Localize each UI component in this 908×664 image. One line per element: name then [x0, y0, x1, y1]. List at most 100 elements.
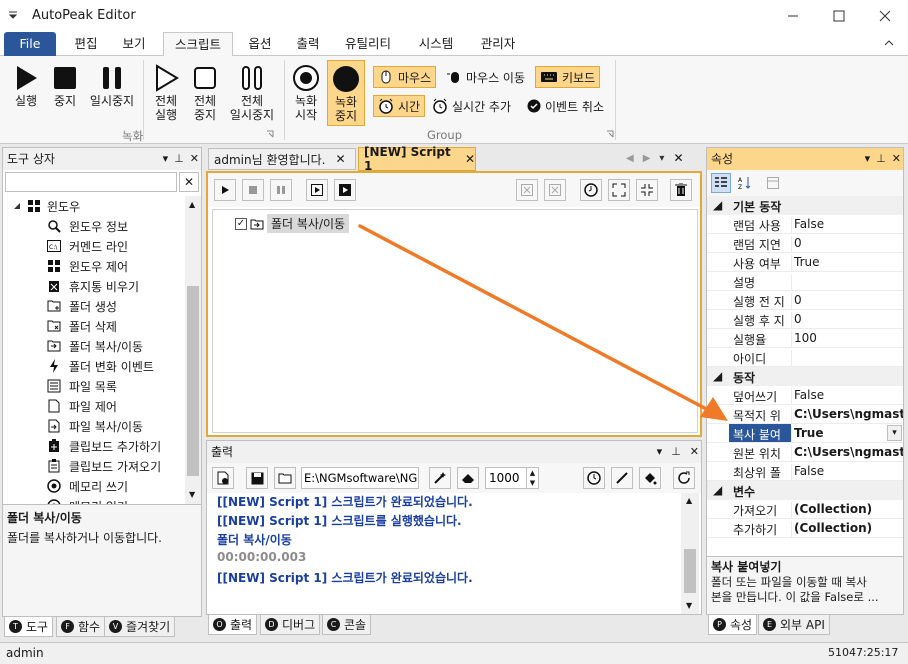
- fill-color-button[interactable]: [639, 467, 661, 489]
- tab-tools[interactable]: T 도구: [4, 617, 54, 637]
- toolbox-item[interactable]: 폴더 생성: [47, 296, 117, 316]
- tab-script[interactable]: 스크립트: [163, 32, 233, 57]
- property-value[interactable]: [791, 350, 903, 366]
- property-row[interactable]: 사용 여부 True: [707, 253, 903, 272]
- record-stop-button[interactable]: 녹화 중지: [327, 60, 365, 126]
- property-row[interactable]: 아이디: [707, 348, 903, 367]
- pin-icon[interactable]: ⊥: [174, 148, 184, 170]
- timer-button[interactable]: [580, 179, 602, 201]
- close-icon[interactable]: ✕: [892, 148, 901, 170]
- toolbox-item[interactable]: 윈도우 정보: [47, 216, 128, 236]
- brush-button[interactable]: [611, 467, 633, 489]
- run-all-button[interactable]: 전체 실행: [148, 60, 184, 122]
- dialog-launcher-icon[interactable]: [606, 130, 614, 138]
- editor-stop-button[interactable]: [242, 179, 264, 201]
- stop-all-button[interactable]: 전체 중지: [188, 60, 222, 122]
- log-limit-spinner[interactable]: ▲ ▼: [527, 467, 539, 489]
- tab-debug[interactable]: D 디버그: [260, 615, 321, 635]
- property-row[interactable]: 설명: [707, 272, 903, 291]
- property-row[interactable]: 최상위 폴 False: [707, 462, 903, 481]
- close-editor-icon[interactable]: ✕: [673, 151, 683, 165]
- toolbox-item[interactable]: 메모리 쓰기: [47, 476, 128, 496]
- pin-icon[interactable]: ⊥: [876, 148, 886, 170]
- toolbox-item[interactable]: 휴지통 비우기: [47, 276, 139, 296]
- tab-utility[interactable]: 유틸리티: [337, 32, 399, 56]
- run-from-here-button[interactable]: [334, 179, 356, 201]
- tab-console[interactable]: C 콘솔: [322, 615, 372, 635]
- toolbox-item[interactable]: 폴더 변화 이벤트: [47, 356, 154, 376]
- toolbox-item[interactable]: C:\ 커멘드 라인: [47, 236, 128, 256]
- editor-run-button[interactable]: [214, 179, 236, 201]
- close-icon[interactable]: ✕: [690, 441, 699, 463]
- tab-edit[interactable]: 편집: [66, 32, 106, 56]
- dropdown-icon[interactable]: ▾: [865, 148, 871, 170]
- toolbox-item[interactable]: 파일 목록: [47, 376, 117, 396]
- property-value[interactable]: (Collection): [791, 521, 903, 537]
- script-canvas[interactable]: ✓ 폴더 복사/이동: [212, 209, 698, 433]
- tab-external-api[interactable]: E 외부 API: [758, 615, 830, 635]
- property-row[interactable]: 추가하기 (Collection): [707, 519, 903, 538]
- keyboard-toggle[interactable]: 키보드: [535, 66, 601, 88]
- property-value[interactable]: False: [791, 464, 903, 480]
- toolbox-scrollbar[interactable]: ▲ ▼: [185, 196, 201, 504]
- tab-favorites[interactable]: V 즐겨찾기: [104, 617, 176, 637]
- category-variables[interactable]: ◢ 변수: [707, 481, 903, 500]
- property-value[interactable]: 0: [791, 293, 903, 309]
- tab-output[interactable]: 출력: [288, 32, 328, 56]
- dropdown-arrow-icon[interactable]: ▾: [887, 425, 902, 441]
- run-button[interactable]: 실행: [8, 60, 44, 108]
- trash-button[interactable]: [670, 179, 692, 201]
- toolbox-item[interactable]: 메모리 읽기: [47, 496, 128, 504]
- property-value[interactable]: C:\Users\ngmaste: [791, 445, 903, 461]
- stop-button[interactable]: 중지: [48, 60, 82, 108]
- close-tab-icon[interactable]: ✕: [465, 152, 475, 166]
- property-value[interactable]: C:\Users\ngmaste: [791, 407, 903, 423]
- property-row[interactable]: 실행 후 지 0: [707, 310, 903, 329]
- pause-all-button[interactable]: 전체 일시중지: [226, 60, 278, 122]
- toolbox-item[interactable]: 클립보드 추가하기: [47, 436, 161, 456]
- toolbox-item[interactable]: 윈도우 제어: [47, 256, 128, 276]
- output-scrollbar[interactable]: ▲ ▼: [681, 493, 699, 614]
- maximize-button[interactable]: [816, 0, 862, 32]
- event-cancel-toggle[interactable]: 이벤트 취소: [523, 95, 608, 117]
- node-checkbox[interactable]: ✓: [235, 217, 247, 230]
- categorized-button[interactable]: [711, 173, 731, 193]
- log-path-input[interactable]: [301, 467, 419, 489]
- property-row[interactable]: 랜덤 사용 False: [707, 215, 903, 234]
- close-button[interactable]: [862, 0, 908, 32]
- tab-view[interactable]: 보기: [114, 32, 154, 56]
- script-node[interactable]: ✓ 폴더 복사/이동: [235, 214, 350, 233]
- tab-script-1[interactable]: [NEW] Script 1 ✕: [358, 145, 476, 173]
- tab-welcome[interactable]: admin님 환영합니다. ✕: [208, 148, 356, 170]
- pin-icon[interactable]: ⊥: [671, 441, 681, 463]
- disable-button[interactable]: [516, 179, 538, 201]
- open-folder-button[interactable]: [274, 467, 296, 489]
- step-run-button[interactable]: [306, 179, 328, 201]
- toolbox-item[interactable]: 클립보드 가져오기: [47, 456, 161, 476]
- property-value[interactable]: True: [791, 255, 903, 271]
- realtime-add-toggle[interactable]: 실시간 추가: [428, 95, 515, 117]
- time-toggle[interactable]: 시간: [373, 95, 426, 117]
- toolbox-item[interactable]: 폴더 삭제: [47, 316, 117, 336]
- category-action[interactable]: ◢ 동작: [707, 367, 903, 386]
- property-value[interactable]: 100: [791, 331, 903, 347]
- property-row[interactable]: 원본 위치 C:\Users\ngmaste: [707, 443, 903, 462]
- tab-file[interactable]: File: [4, 32, 56, 56]
- dropdown-icon[interactable]: ▾: [163, 148, 169, 170]
- property-row[interactable]: 실행 전 지 0: [707, 291, 903, 310]
- pause-button[interactable]: 일시중지: [86, 60, 138, 108]
- dropdown-icon[interactable]: ▾: [657, 441, 663, 463]
- property-row[interactable]: 랜덤 지연 0: [707, 234, 903, 253]
- property-value[interactable]: [791, 274, 903, 290]
- property-value[interactable]: (Collection): [791, 502, 903, 518]
- record-start-button[interactable]: 녹화 시작: [289, 60, 323, 122]
- tab-next-icon[interactable]: ▶: [643, 153, 651, 164]
- category-basic[interactable]: ◢ 기본 동작: [707, 196, 903, 215]
- property-row[interactable]: 목적지 위 C:\Users\ngmaste: [707, 405, 903, 424]
- tab-properties[interactable]: P 속성: [708, 615, 758, 635]
- property-row[interactable]: 가져오기 (Collection): [707, 500, 903, 519]
- property-value[interactable]: False: [791, 388, 903, 404]
- toolbox-search-input[interactable]: [5, 172, 177, 192]
- clear-search-button[interactable]: ✕: [179, 172, 199, 192]
- editor-pause-button[interactable]: [270, 179, 292, 201]
